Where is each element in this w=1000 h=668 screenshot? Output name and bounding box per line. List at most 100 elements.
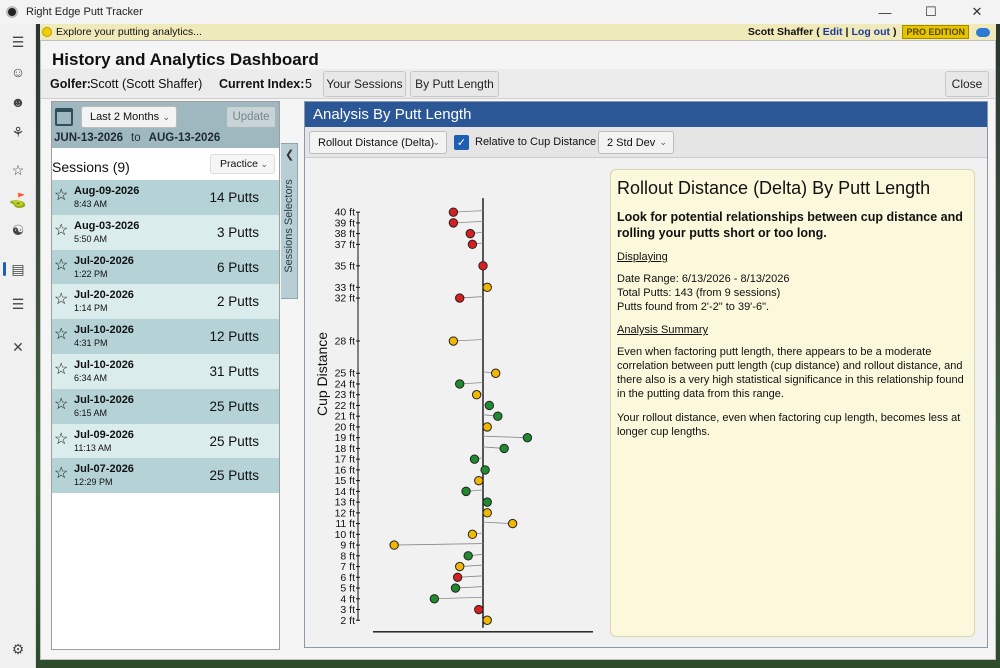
session-time: 6:15 AM (74, 407, 108, 418)
y-tick-label: 28 ft (335, 336, 356, 348)
star-icon[interactable]: ☆ (54, 466, 68, 482)
session-date: Aug-09-2026 (74, 185, 140, 197)
star-icon[interactable]: ☆ (54, 188, 68, 204)
session-type-dropdown[interactable]: Practice ⌄ (210, 154, 275, 174)
close-window-icon[interactable]: ✕ (954, 0, 1000, 24)
data-point (490, 368, 501, 378)
session-date: Aug-03-2026 (74, 219, 140, 232)
person-gear-icon[interactable]: ⚘ (0, 121, 36, 143)
range-value: Last 2 Months (90, 111, 160, 123)
star-icon[interactable]: ☆ (0, 159, 36, 181)
session-putts: 14 Putts (209, 190, 259, 205)
star-icon[interactable]: ☆ (54, 257, 68, 274)
relative-checkbox[interactable]: ✓ (454, 135, 469, 150)
summary-paragraph-2: Your rollout distance, even when factori… (617, 412, 961, 438)
session-row[interactable]: ☆ Jul-07-2026 12:29 PM 25 Putts (52, 458, 279, 494)
y-tick-label: 35 ft (335, 260, 356, 272)
data-point (471, 390, 482, 400)
star-icon[interactable]: ☆ (54, 292, 68, 308)
chevron-down-icon: ⌄ (162, 111, 170, 122)
info-lead: Look for potential relationships between… (617, 210, 963, 240)
relative-label: Relative to Cup Distance (475, 136, 597, 148)
golfer-label: Golfer: (50, 77, 91, 91)
session-putts: 3 Putts (216, 224, 259, 240)
displaying-heading: Displaying (617, 251, 668, 263)
data-point (450, 583, 461, 593)
session-time: 8:43 AM (74, 199, 108, 209)
y-tick-label: 2 ft (340, 615, 355, 627)
session-time: 5:50 AM (74, 233, 108, 244)
collapse-arrow-icon[interactable]: ❮ (285, 148, 294, 161)
analytics-icon[interactable]: ▤ (0, 258, 36, 280)
left-rail: ☰ ☺ ☻ ⚘ ☆ ⛳ ☯ ▤ ☰ ✕ ⚙ (0, 24, 36, 668)
edit-link[interactable]: Edit (823, 26, 843, 38)
total-putts-text: Total Putts: 143 (from 9 sessions) (617, 287, 781, 299)
session-time: 4:31 PM (74, 338, 108, 349)
data-point (452, 572, 463, 582)
chevron-down-icon: ⌄ (432, 137, 440, 147)
chevron-down-icon: ⌄ (659, 137, 667, 147)
data-point (493, 411, 503, 421)
session-date: Jul-09-2026 (74, 428, 134, 441)
close-icon[interactable]: ✕ (0, 336, 36, 358)
session-putts: 2 Putts (216, 294, 259, 310)
layers-icon[interactable]: ☰ (0, 293, 36, 315)
tab-your-sessions[interactable]: Your Sessions (323, 71, 406, 97)
session-row[interactable]: ☆ Jul-10-2026 6:34 AM 31 Putts (52, 353, 279, 389)
date-range-text: Date Range: 6/13/2026 - 8/13/2026 (617, 273, 790, 285)
putt-length-chart: 40 ft39 ft38 ft37 ft35 ft33 ft32 ft28 ft… (314, 198, 593, 633)
star-icon[interactable]: ☆ (54, 396, 68, 413)
range-dropdown[interactable]: Last 2 Months ⌄ (81, 106, 177, 128)
maximize-icon[interactable]: ☐ (908, 0, 954, 24)
settings-icon[interactable]: ⚙ (0, 638, 36, 660)
sessions-sidebar: Last 2 Months ⌄ Update JUN-13-2026 to AU… (51, 101, 280, 650)
star-icon[interactable]: ☆ (54, 327, 68, 343)
data-point (465, 228, 476, 239)
data-point (499, 443, 509, 454)
info-title: Rollout Distance (Delta) By Putt Length (617, 178, 931, 198)
date-range: JUN-13-2026 to AUG-13-2026 (54, 132, 220, 144)
chevron-down-icon: ⌄ (260, 158, 268, 169)
info-bar: Explore your putting analytics... Scott … (40, 24, 996, 40)
stddev-dropdown[interactable]: 2 Std Dev ⌄ (598, 131, 674, 154)
star-icon[interactable]: ☆ (54, 222, 68, 239)
info-card: Rollout Distance (Delta) By Putt Length … (610, 169, 975, 637)
update-button[interactable]: Update (226, 106, 276, 128)
close-button[interactable]: Close (945, 71, 989, 97)
data-point (448, 218, 459, 228)
star-icon[interactable]: ☆ (54, 361, 68, 378)
session-row[interactable]: ☆ Aug-03-2026 5:50 AM 3 Putts (52, 214, 279, 250)
data-point (507, 518, 518, 529)
session-putts: 12 Putts (209, 329, 259, 345)
stddev-value: 2 Std Dev (607, 136, 656, 149)
session-row[interactable]: ☆ Jul-09-2026 11:13 AM 25 Putts (52, 423, 279, 459)
calendar-icon[interactable] (55, 108, 73, 126)
data-point (389, 540, 399, 550)
metric-value: Rollout Distance (Delta) (318, 136, 435, 149)
logout-link[interactable]: Log out (852, 26, 890, 38)
session-row[interactable]: ☆ Aug-09-2026 8:43 AM 14 Putts (52, 180, 279, 215)
group-icon[interactable]: ☯ (0, 219, 36, 241)
golfer-icon[interactable]: ⛳ (0, 189, 36, 211)
session-row[interactable]: ☆ Jul-20-2026 1:14 PM 2 Putts (52, 284, 279, 320)
sessions-selectors-tab[interactable]: ❮ Sessions Selectors (281, 143, 298, 299)
tab-by-putt-length[interactable]: By Putt Length (410, 71, 499, 97)
session-row[interactable]: ☆ Jul-10-2026 6:15 AM 25 Putts (52, 388, 279, 424)
session-date: Jul-10-2026 (74, 324, 134, 337)
session-row[interactable]: ☆ Jul-10-2026 4:31 PM 12 Putts (52, 319, 279, 354)
index-label: Current Index: (219, 77, 305, 91)
minimize-icon[interactable]: — (862, 0, 908, 24)
dashboard-window: History and Analytics Dashboard Golfer: … (40, 40, 996, 660)
person-plus-icon[interactable]: ☺ (0, 61, 36, 83)
menu-icon[interactable]: ☰ (0, 31, 36, 53)
metric-dropdown[interactable]: Rollout Distance (Delta) ⌄ (309, 131, 447, 154)
title-bar: Right Edge Putt Tracker — ☐ ✕ (0, 0, 1000, 24)
sessions-list: ☆ Aug-09-2026 8:43 AM 14 Putts ☆ Aug-03-2026 5… (52, 180, 279, 494)
session-selector: Last 2 Months ⌄ Update JUN-13-2026 to AU… (52, 102, 279, 148)
session-putts: 6 Putts (216, 259, 259, 275)
star-icon[interactable]: ☆ (54, 431, 68, 448)
session-row[interactable]: ☆ Jul-20-2026 1:22 PM 6 Putts (52, 249, 279, 285)
person-icon[interactable]: ☻ (0, 91, 36, 113)
data-point (482, 282, 492, 293)
cloud-icon[interactable] (976, 27, 990, 37)
